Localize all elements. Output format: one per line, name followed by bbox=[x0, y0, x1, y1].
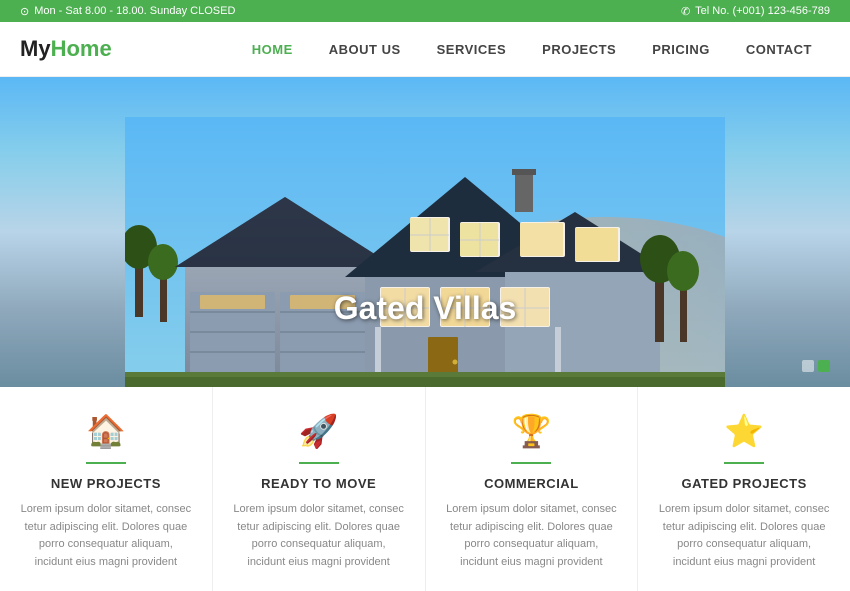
nav-about[interactable]: ABOUT US bbox=[311, 22, 419, 77]
main-nav: HOME ABOUT US SERVICES PROJECTS PRICING … bbox=[234, 22, 830, 77]
card-commercial: 🏆 COMMERCIAL Lorem ipsum dolor sitamet, … bbox=[426, 387, 639, 591]
slider-dot-2[interactable] bbox=[818, 360, 830, 372]
cards-section: 🏠 NEW PROJECTS Lorem ipsum dolor sitamet… bbox=[0, 387, 850, 591]
nav-contact[interactable]: CONTACT bbox=[728, 22, 830, 77]
logo-my: My bbox=[20, 36, 51, 61]
card-2-title: READY TO MOVE bbox=[233, 476, 405, 491]
card-1-text: Lorem ipsum dolor sitamet, consec tetur … bbox=[20, 501, 192, 571]
slider-dots[interactable] bbox=[802, 360, 830, 372]
card-2-divider bbox=[299, 462, 339, 464]
hours-text: Mon - Sat 8.00 - 18.00. Sunday CLOSED bbox=[34, 5, 235, 17]
card-3-title: COMMERCIAL bbox=[446, 476, 618, 491]
phone-icon: ✆ bbox=[681, 5, 690, 18]
hero-house-illustration bbox=[125, 117, 725, 387]
card-2-text: Lorem ipsum dolor sitamet, consec tetur … bbox=[233, 501, 405, 571]
card-3-text: Lorem ipsum dolor sitamet, consec tetur … bbox=[446, 501, 618, 571]
card-4-text: Lorem ipsum dolor sitamet, consec tetur … bbox=[658, 501, 830, 571]
header: MyHome HOME ABOUT US SERVICES PROJECTS P… bbox=[0, 22, 850, 77]
phone-text: Tel No. (+001) 123-456-789 bbox=[695, 5, 830, 17]
top-bar-phone: ✆ Tel No. (+001) 123-456-789 bbox=[681, 5, 830, 18]
nav-projects[interactable]: PROJECTS bbox=[524, 22, 634, 77]
top-bar-hours: ⊙ Mon - Sat 8.00 - 18.00. Sunday CLOSED bbox=[20, 5, 235, 18]
clock-icon: ⊙ bbox=[20, 5, 29, 18]
card-gated-projects: ⭐ GATED PROJECTS Lorem ipsum dolor sitam… bbox=[638, 387, 850, 591]
nav-services[interactable]: SERVICES bbox=[419, 22, 525, 77]
card-ready-to-move: 🚀 READY TO MOVE Lorem ipsum dolor sitame… bbox=[213, 387, 426, 591]
slider-dot-1[interactable] bbox=[802, 360, 814, 372]
nav-home[interactable]: HOME bbox=[234, 22, 311, 77]
nav-pricing[interactable]: PRICING bbox=[634, 22, 728, 77]
logo[interactable]: MyHome bbox=[20, 36, 112, 62]
card-1-icon: 🏠 bbox=[20, 412, 192, 450]
card-new-projects: 🏠 NEW PROJECTS Lorem ipsum dolor sitamet… bbox=[0, 387, 213, 591]
hero-title: Gated Villas bbox=[334, 290, 517, 327]
card-4-title: GATED PROJECTS bbox=[658, 476, 830, 491]
top-bar: ⊙ Mon - Sat 8.00 - 18.00. Sunday CLOSED … bbox=[0, 0, 850, 22]
hero-section: Gated Villas bbox=[0, 77, 850, 387]
card-3-divider bbox=[511, 462, 551, 464]
logo-home: Home bbox=[51, 36, 112, 61]
card-4-icon: ⭐ bbox=[658, 412, 830, 450]
card-2-icon: 🚀 bbox=[233, 412, 405, 450]
card-4-divider bbox=[724, 462, 764, 464]
card-1-title: NEW PROJECTS bbox=[20, 476, 192, 491]
card-3-icon: 🏆 bbox=[446, 412, 618, 450]
card-1-divider bbox=[86, 462, 126, 464]
